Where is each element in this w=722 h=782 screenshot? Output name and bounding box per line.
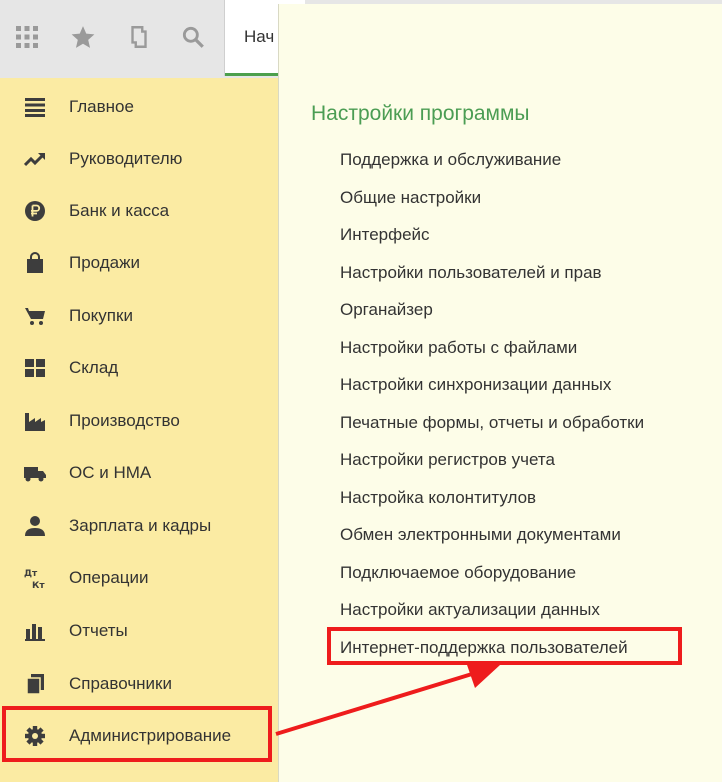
sidebar-item-label: Главное — [69, 97, 134, 116]
sidebar-item-label: Операции — [69, 568, 149, 587]
link-print-forms[interactable]: Печатные формы, отчеты и обработки — [340, 413, 644, 433]
truck-icon — [22, 460, 48, 486]
link-file-settings[interactable]: Настройки работы с файлами — [340, 338, 577, 358]
sidebar-item-main[interactable]: Главное — [0, 81, 278, 133]
apps-grid-icon[interactable] — [12, 22, 42, 52]
sidebar-item-salary[interactable]: Зарплата и кадры — [0, 500, 278, 552]
link-general-settings[interactable]: Общие настройки — [340, 188, 481, 208]
sidebar-item-label: Банк и касса — [69, 201, 170, 220]
sidebar-item-label: Справочники — [69, 674, 172, 693]
tab-label: Нач — [244, 27, 275, 46]
link-interface[interactable]: Интерфейс — [340, 225, 430, 245]
shopping-bag-icon — [22, 250, 48, 276]
person-icon — [22, 513, 48, 539]
sidebar-item-label: Зарплата и кадры — [69, 516, 212, 535]
sidebar: Главное Руководителю Банк и касса Продаж… — [0, 78, 278, 782]
sidebar-item-label: ОС и НМА — [69, 463, 152, 482]
history-icon[interactable] — [124, 22, 154, 52]
panel-title: Настройки программы — [311, 102, 530, 125]
annotation-box-administration — [2, 706, 272, 762]
ruble-coin-icon — [22, 198, 48, 224]
sidebar-item-warehouse[interactable]: Склад — [0, 342, 278, 394]
trend-icon — [22, 146, 48, 172]
sidebar-item-manager[interactable]: Руководителю — [0, 133, 278, 185]
books-icon — [22, 671, 48, 697]
svg-text:Дт: Дт — [24, 569, 38, 579]
sidebar-item-operations[interactable]: Дт Кт Операции — [0, 552, 278, 604]
sidebar-item-label: Продажи — [69, 253, 140, 272]
link-registers[interactable]: Настройки регистров учета — [340, 450, 555, 470]
sidebar-item-production[interactable]: Производство — [0, 395, 278, 447]
link-edi[interactable]: Обмен электронными документами — [340, 525, 621, 545]
sidebar-item-label: Руководителю — [69, 149, 183, 168]
star-icon[interactable] — [68, 22, 98, 52]
settings-panel: Настройки программы Поддержка и обслужив… — [278, 4, 722, 782]
link-headers-footers[interactable]: Настройка колонтитулов — [340, 488, 536, 508]
sidebar-item-label: Склад — [69, 358, 119, 377]
search-icon[interactable] — [178, 22, 208, 52]
link-user-settings[interactable]: Настройки пользователей и прав — [340, 263, 602, 283]
link-data-update[interactable]: Настройки актуализации данных — [340, 600, 600, 620]
sidebar-item-bank[interactable]: Банк и касса — [0, 185, 278, 237]
sidebar-item-purchases[interactable]: Покупки — [0, 290, 278, 342]
link-sync-settings[interactable]: Настройки синхронизации данных — [340, 375, 611, 395]
link-equipment[interactable]: Подключаемое оборудование — [340, 563, 576, 583]
sidebar-item-fixed-assets[interactable]: ОС и НМА — [0, 447, 278, 499]
warehouse-icon — [22, 355, 48, 381]
factory-icon — [22, 408, 48, 434]
sidebar-item-label: Производство — [69, 411, 180, 430]
sidebar-item-references[interactable]: Справочники — [0, 658, 278, 710]
sidebar-item-label: Отчеты — [69, 621, 128, 640]
svg-text:Кт: Кт — [32, 581, 45, 590]
cart-icon — [22, 303, 48, 329]
sidebar-item-label: Покупки — [69, 306, 133, 325]
link-support-service[interactable]: Поддержка и обслуживание — [340, 150, 561, 170]
sidebar-item-reports[interactable]: Отчеты — [0, 605, 278, 657]
annotation-box-internet-support — [327, 627, 682, 665]
bar-chart-icon — [22, 618, 48, 644]
menu-lines-icon — [22, 94, 48, 120]
sidebar-item-sales[interactable]: Продажи — [0, 237, 278, 289]
debit-credit-icon: Дт Кт — [22, 565, 48, 591]
link-organizer[interactable]: Органайзер — [340, 300, 433, 320]
